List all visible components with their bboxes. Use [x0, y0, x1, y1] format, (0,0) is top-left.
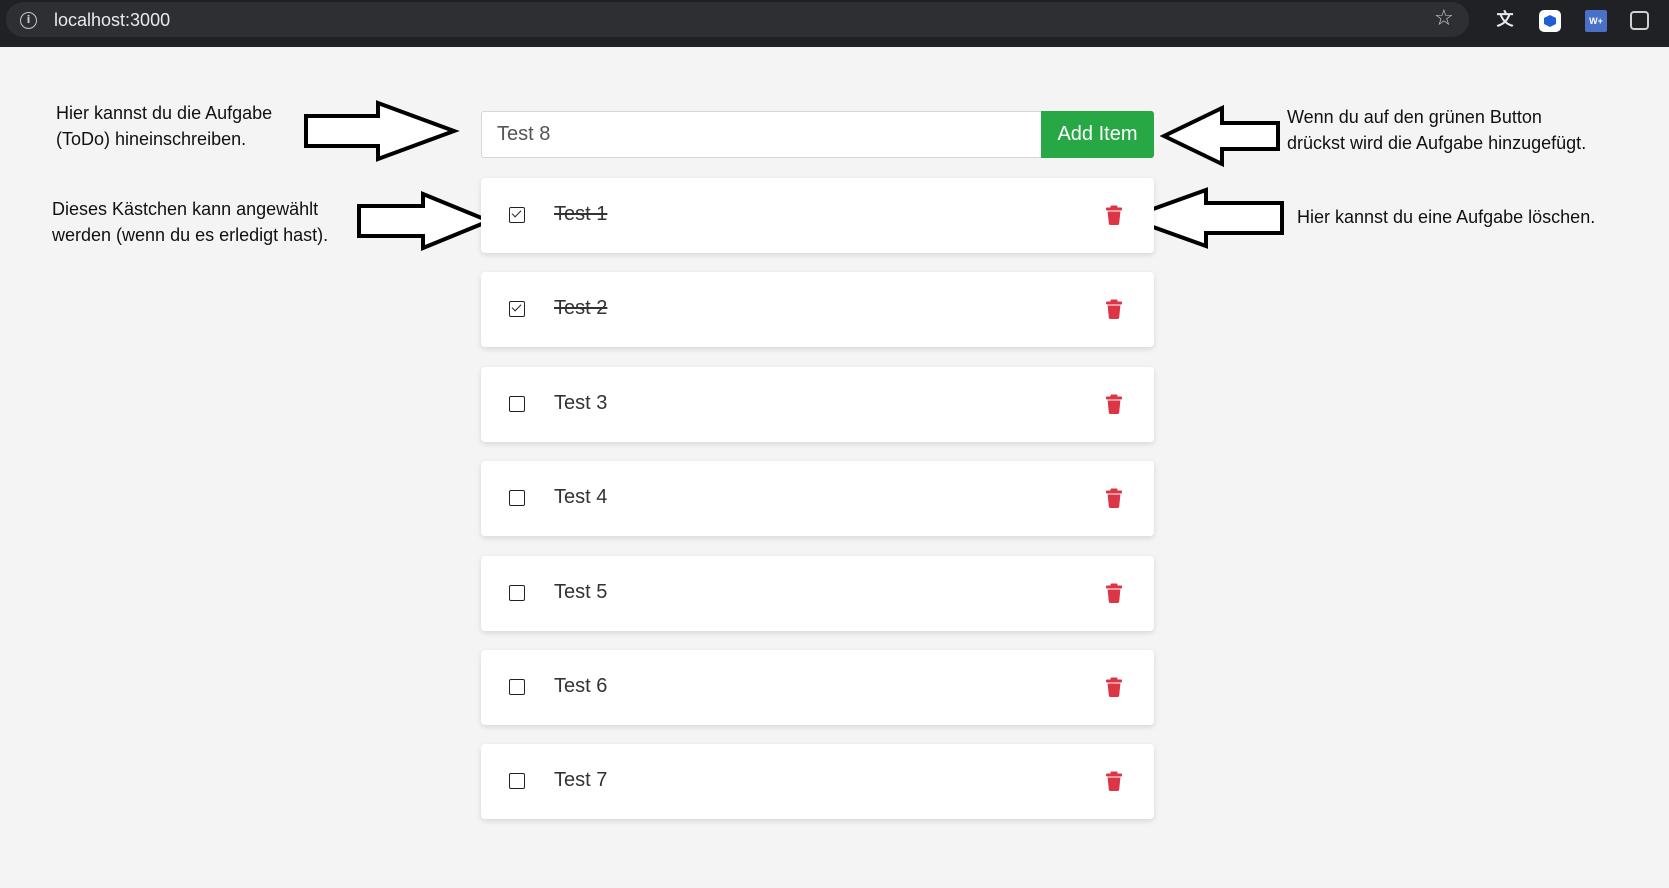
todo-item: Test 5	[481, 555, 1154, 631]
todo-text: Test 5	[554, 580, 608, 603]
add-item-button[interactable]: Add Item	[1041, 111, 1154, 158]
delete-hint-note: Hier kannst du eine Aufgabe löschen.	[1297, 207, 1596, 227]
todo-text: Test 4	[554, 486, 608, 509]
browser-toolbar: i localhost:3000 ☆ 文 W+	[0, 0, 1669, 47]
arrow-right-to-checkbox-icon	[357, 191, 495, 251]
input-hint-note: Hier kannst du die Aufgabe (ToDo) hinein…	[56, 103, 273, 149]
todo-text: Test 3	[554, 391, 608, 414]
trash-icon[interactable]	[1106, 299, 1122, 320]
todo-item: Test 2	[481, 272, 1154, 348]
todo-text: Test 1	[554, 203, 608, 225]
todo-checkbox[interactable]	[509, 301, 525, 318]
checkbox-hint-note: Dieses Kästchen kann angewählt werden (w…	[52, 199, 329, 245]
todo-checkbox[interactable]	[509, 773, 525, 790]
todo-item: Test 3	[481, 366, 1154, 442]
bookmark-star-icon[interactable]: ☆	[1434, 6, 1454, 31]
trash-icon[interactable]	[1106, 488, 1122, 509]
todo-item: Test 1	[481, 178, 1154, 253]
todo-item: Test 6	[481, 649, 1154, 725]
todo-checkbox[interactable]	[509, 395, 525, 412]
todo-text: Test 7	[554, 769, 608, 792]
arrow-left-to-button-icon	[1160, 104, 1280, 168]
trash-icon[interactable]	[1106, 677, 1122, 697]
translate-extension-icon[interactable]: 文	[1494, 10, 1516, 32]
word-extension-icon[interactable]: W+	[1585, 10, 1607, 32]
trash-icon[interactable]	[1106, 771, 1122, 792]
todo-list: Test 1 Test 2 Test 3 Test 4 Test 5 Test …	[481, 178, 1154, 839]
trash-icon[interactable]	[1106, 583, 1122, 603]
button-hint-note: Wenn du auf den grünen Button drückst wi…	[1287, 107, 1587, 153]
hex-extension-icon[interactable]	[1539, 10, 1561, 32]
address-url[interactable]: localhost:3000	[54, 10, 170, 31]
todo-checkbox[interactable]	[509, 678, 525, 695]
site-info-icon[interactable]: i	[20, 12, 37, 29]
todo-checkbox[interactable]	[509, 490, 525, 507]
todo-text: Test 2	[554, 297, 608, 320]
todo-item: Test 4	[481, 461, 1154, 537]
todo-checkbox[interactable]	[509, 207, 525, 223]
extensions-puzzle-icon[interactable]	[1630, 11, 1649, 30]
todo-text: Test 6	[554, 674, 608, 697]
todo-checkbox[interactable]	[509, 584, 525, 601]
arrow-right-to-input-icon	[304, 100, 460, 162]
trash-icon[interactable]	[1106, 394, 1122, 414]
todo-item: Test 7	[481, 744, 1154, 820]
todo-input[interactable]	[481, 111, 1041, 158]
trash-icon[interactable]	[1106, 205, 1122, 225]
address-bar[interactable]: i localhost:3000 ☆	[6, 2, 1469, 37]
